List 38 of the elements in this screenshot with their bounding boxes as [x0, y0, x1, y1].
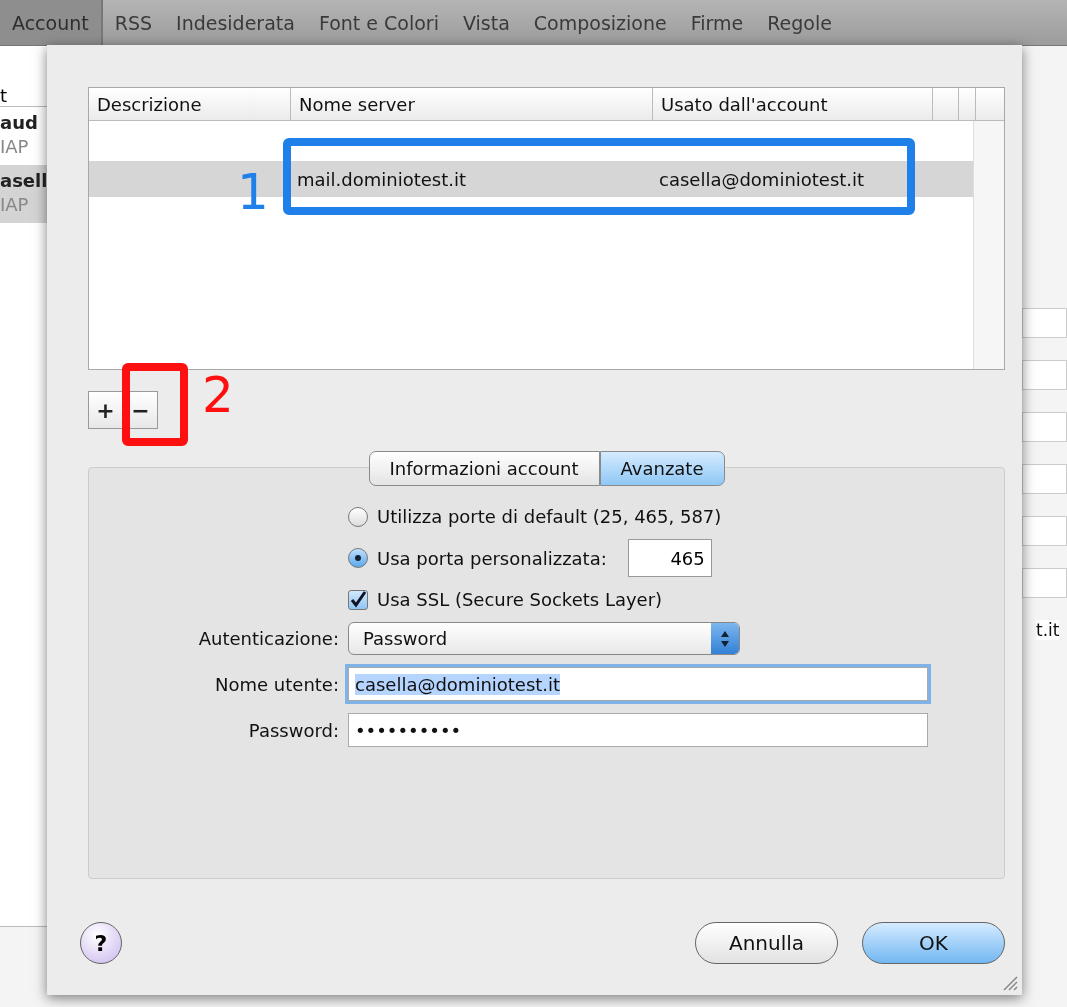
toolbar-tab[interactable]: Indesiderata: [164, 0, 307, 45]
column-header[interactable]: Descrizione: [89, 88, 291, 120]
help-button[interactable]: ?: [80, 922, 122, 964]
toolbar-tab[interactable]: Font e Colori: [306, 0, 451, 45]
port-field[interactable]: 465: [627, 539, 712, 577]
radio-button[interactable]: [348, 548, 368, 568]
account-type: IAP: [0, 193, 30, 217]
table-cell-text: casella@dominiotest.it: [658, 168, 866, 190]
cancel-button[interactable]: Annulla: [695, 922, 838, 964]
checkbox-label: Usa SSL (Secure Sockets Layer): [377, 589, 663, 610]
annotation-number: 2: [202, 370, 234, 420]
column-header[interactable]: Usato dall'account: [653, 88, 933, 120]
username-field[interactable]: casella@dominiotest.it: [348, 667, 928, 701]
table-cell-text: mail.dominiotest.it: [296, 168, 468, 190]
tab[interactable]: Informazioni account: [368, 451, 600, 486]
toolbar-tab[interactable]: Vista: [450, 0, 522, 45]
background-field-text: t.it: [1036, 620, 1060, 640]
field-label: Autenticazione:: [197, 628, 339, 649]
toolbar-tab[interactable]: RSS: [102, 0, 165, 45]
password-field[interactable]: ••••••••••: [348, 713, 928, 747]
toolbar-tab[interactable]: Regole: [755, 0, 844, 45]
radio-label: Utilizza porte di default (25, 465, 587): [377, 506, 722, 527]
account-name: asell: [0, 169, 49, 193]
radio-label: Usa porta personalizzata:: [377, 547, 607, 569]
toolbar-tab[interactable]: Composizione: [521, 0, 679, 45]
radio-button[interactable]: [348, 506, 368, 527]
account-name: aud: [0, 111, 39, 135]
column-header[interactable]: Nome server: [291, 88, 653, 120]
ok-button[interactable]: OK: [862, 922, 1005, 964]
checkbox[interactable]: [348, 589, 368, 610]
toolbar-tab[interactable]: Firme: [678, 0, 756, 45]
tab[interactable]: Avanzate: [599, 451, 725, 486]
toolbar-tab[interactable]: Account: [0, 0, 103, 45]
field-label: Password:: [247, 719, 339, 741]
add-button[interactable]: +: [88, 391, 123, 429]
account-type: IAP: [0, 135, 30, 159]
authentication-popup[interactable]: Password: [348, 622, 740, 655]
field-label: Nome utente:: [214, 673, 339, 695]
